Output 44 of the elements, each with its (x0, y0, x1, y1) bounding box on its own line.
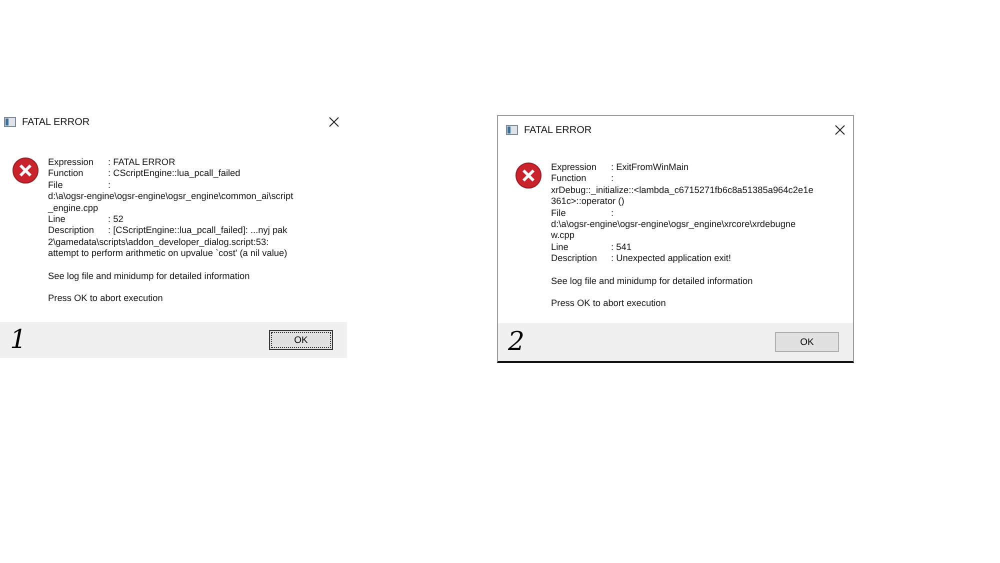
field-value: : Unexpected application exit! (611, 253, 732, 265)
field-label: Expression (48, 157, 94, 168)
window-title: FATAL ERROR (22, 116, 91, 128)
ok-button[interactable]: OK (269, 330, 333, 350)
field-label: Function (48, 168, 84, 180)
field-value: : 52 (108, 214, 124, 226)
field-value: w.cpp (551, 230, 574, 242)
field-value: 2\gamedata\scripts\addon_developer_dialog.script:53: (48, 236, 269, 248)
field-value: attempt to perform arithmetic on upvalue `cost' (a nil value) (48, 248, 288, 260)
field-value: xrDebug::_initialize::<lambda_c6715271fb6c8a51385a964c2e1e (551, 184, 814, 196)
field-value: : 541 (611, 242, 632, 254)
field-label: Expression (551, 162, 598, 174)
field-value: d:\a\ogsr-engine\ogsr-engine\ogsr_engine\xrcore\xrdebugne (551, 219, 796, 230)
field-value: : (611, 173, 614, 185)
message-text: See log file and minidump for detailed information (551, 276, 754, 288)
handwritten-number: 1 (10, 327, 27, 353)
field-value: : (611, 208, 614, 220)
field-value: : FATAL ERROR (108, 157, 176, 168)
ok-button[interactable]: OK (775, 332, 839, 352)
field-value: : (108, 180, 111, 192)
message-text: See log file and minidump for detailed information (48, 270, 251, 282)
field-label: File (48, 180, 64, 192)
field-value: d:\a\ogsr-engine\ogsr-engine\ogsr_engine\common_ai\script (48, 191, 294, 203)
field-label: Description (551, 253, 598, 265)
field-value: : [CScriptEngine::lua_pcall_failed]: ...nyj pak (108, 225, 288, 237)
window-title: FATAL ERROR (524, 124, 593, 136)
field-label: Function (551, 173, 588, 185)
window-icon (4, 117, 16, 127)
message-text: Press OK to abort execution (551, 298, 667, 310)
field-value: : ExitFromWinMain (611, 162, 689, 174)
error-icon (12, 157, 39, 184)
field-value: 361c>::operator () (551, 196, 624, 208)
error-icon (515, 162, 542, 189)
field-label: Line (48, 214, 66, 226)
field-value: _engine.cpp (48, 202, 98, 214)
close-icon[interactable] (835, 125, 845, 135)
field-label: Description (48, 225, 95, 237)
message-text: Press OK to abort execution (48, 293, 164, 304)
window-icon (506, 125, 518, 135)
field-label: File (551, 208, 567, 220)
close-icon[interactable] (329, 117, 339, 127)
field-label: Line (551, 242, 570, 254)
handwritten-number: 2 (508, 329, 525, 355)
field-value: : CScriptEngine::lua_pcall_failed (108, 168, 240, 180)
